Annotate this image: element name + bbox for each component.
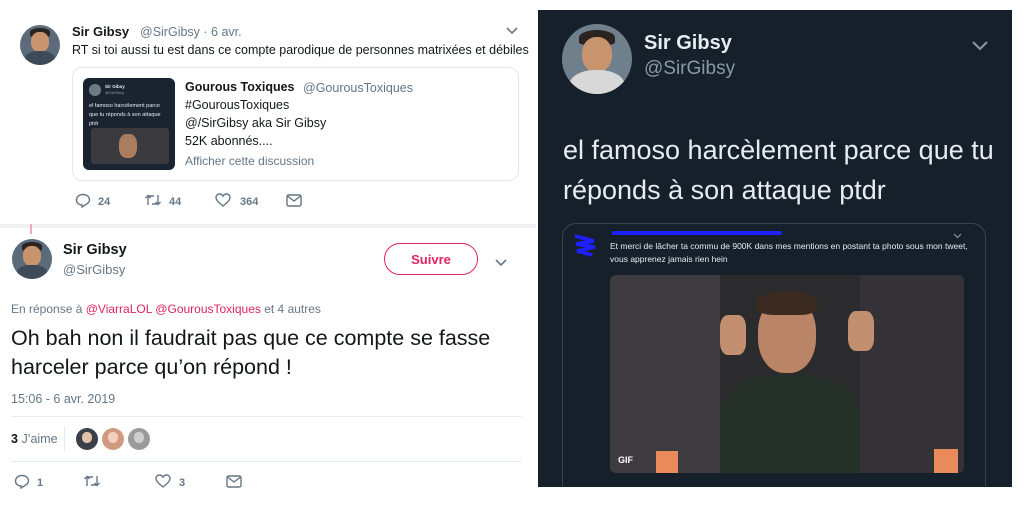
person-body (720, 375, 860, 473)
reply-suffix[interactable]: et 4 autres (264, 302, 321, 316)
thumb-image (91, 128, 169, 164)
thumb-name: Sir Gibsy (105, 84, 125, 89)
retweet-icon[interactable] (144, 193, 162, 207)
author-name[interactable]: Sir Gibsy (644, 32, 732, 55)
crowd-right (860, 275, 964, 473)
actions-divider (11, 461, 522, 462)
author-name[interactable]: Sir Gibsy (72, 24, 129, 39)
redaction-scribble (572, 232, 598, 258)
reply-mention-gourous[interactable]: @GourousToxiques (155, 302, 261, 316)
quoted-name[interactable]: Gourous Toxiques (185, 80, 295, 94)
avatar[interactable] (562, 24, 632, 94)
likes-count: 3 (11, 432, 18, 446)
follow-button-label: Suivre (411, 251, 451, 267)
cup-right (934, 449, 958, 473)
chevron-down-icon[interactable] (953, 233, 962, 239)
thumb-up-left (720, 315, 746, 355)
quoted-line-mention: @/SirGibsy aka Sir Gibsy (185, 116, 327, 130)
gif-label: GIF (618, 455, 633, 465)
author-name[interactable]: Sir Gibsy (63, 242, 127, 258)
thumb-up-right (848, 311, 874, 351)
tweet-2[interactable]: Sir Gibsy @SirGibsy Suivre En réponse à … (0, 228, 536, 514)
author-handle[interactable]: @SirGibsy (644, 58, 735, 80)
thumb-avatar (89, 84, 101, 96)
reply-context: En réponse à @ViarraLOL @GourousToxiques… (11, 302, 321, 316)
crowd-left (610, 275, 720, 473)
follow-button[interactable]: Suivre (384, 243, 478, 275)
reply-icon[interactable] (14, 474, 30, 489)
quoted-handle[interactable]: @GourousToxiques (303, 81, 413, 95)
redaction-bar (612, 231, 782, 235)
chevron-down-icon[interactable] (972, 41, 988, 51)
show-thread-link[interactable]: Afficher cette discussion (185, 154, 314, 168)
retweet-count: 44 (169, 196, 182, 208)
avatar[interactable] (20, 25, 60, 65)
reply-mention-viarra[interactable]: @ViarraLOL (86, 302, 152, 316)
tweet-1[interactable]: Sir Gibsy @SirGibsy · 6 avr. RT si toi a… (0, 0, 530, 222)
cup-left (656, 451, 678, 473)
chevron-down-icon[interactable] (506, 27, 518, 35)
likes-stat[interactable]: 3 J’aime (11, 432, 58, 446)
liker-avatar[interactable] (76, 428, 98, 450)
chevron-down-icon[interactable] (495, 259, 507, 267)
quoted-line-hashtag[interactable]: #GourousToxiques (185, 98, 289, 112)
reply-count: 1 (37, 477, 44, 489)
liker-avatar[interactable] (128, 428, 150, 450)
reply-prefix: En réponse à (11, 302, 83, 316)
liker-avatar[interactable] (102, 428, 124, 450)
reply-count: 24 (98, 196, 111, 208)
like-icon[interactable] (155, 474, 171, 488)
author-handle-time[interactable]: @SirGibsy · 6 avr. (140, 25, 242, 39)
dark-tweet[interactable]: Sir Gibsy @SirGibsy el famoso harcèlemen… (538, 10, 1012, 487)
quoted-line-followers: 52K abonnés.... (185, 134, 273, 148)
author-handle[interactable]: @SirGibsy (63, 262, 125, 277)
tweet-text: el famoso harcèlement parce que tu répon… (563, 135, 994, 205)
tweet-text: Oh bah non il faudrait pas que ce compte… (11, 326, 491, 379)
message-icon[interactable] (286, 194, 302, 207)
likes-label: J’aime (21, 432, 58, 446)
thumb-text: el famoso harcèlement parce que tu répon… (89, 103, 161, 127)
like-count: 364 (240, 196, 259, 208)
quoted-thumbnail[interactable]: Sir Gibsy @SirGibsy el famoso harcèlemen… (83, 78, 175, 170)
quoted-tweet-card[interactable]: Sir Gibsy @SirGibsy el famoso harcèlemen… (72, 67, 519, 181)
avatar[interactable] (12, 239, 52, 279)
retweet-icon[interactable] (83, 474, 101, 488)
gif-media[interactable]: GIF (610, 275, 964, 473)
thumb-handle: @SirGibsy (105, 90, 125, 95)
tweet-text: RT si toi aussi tu est dans ce compte pa… (72, 43, 529, 57)
stats-divider (11, 416, 522, 417)
stats-separator (64, 426, 65, 452)
message-icon[interactable] (226, 475, 242, 488)
like-icon[interactable] (215, 193, 231, 207)
quoted-text: Et merci de lâcher ta commu de 900K dans… (610, 241, 968, 264)
person-hair (756, 291, 818, 315)
reply-icon[interactable] (75, 193, 91, 208)
like-count: 3 (179, 477, 186, 489)
timestamp[interactable]: 15:06 - 6 avr. 2019 (11, 392, 115, 406)
